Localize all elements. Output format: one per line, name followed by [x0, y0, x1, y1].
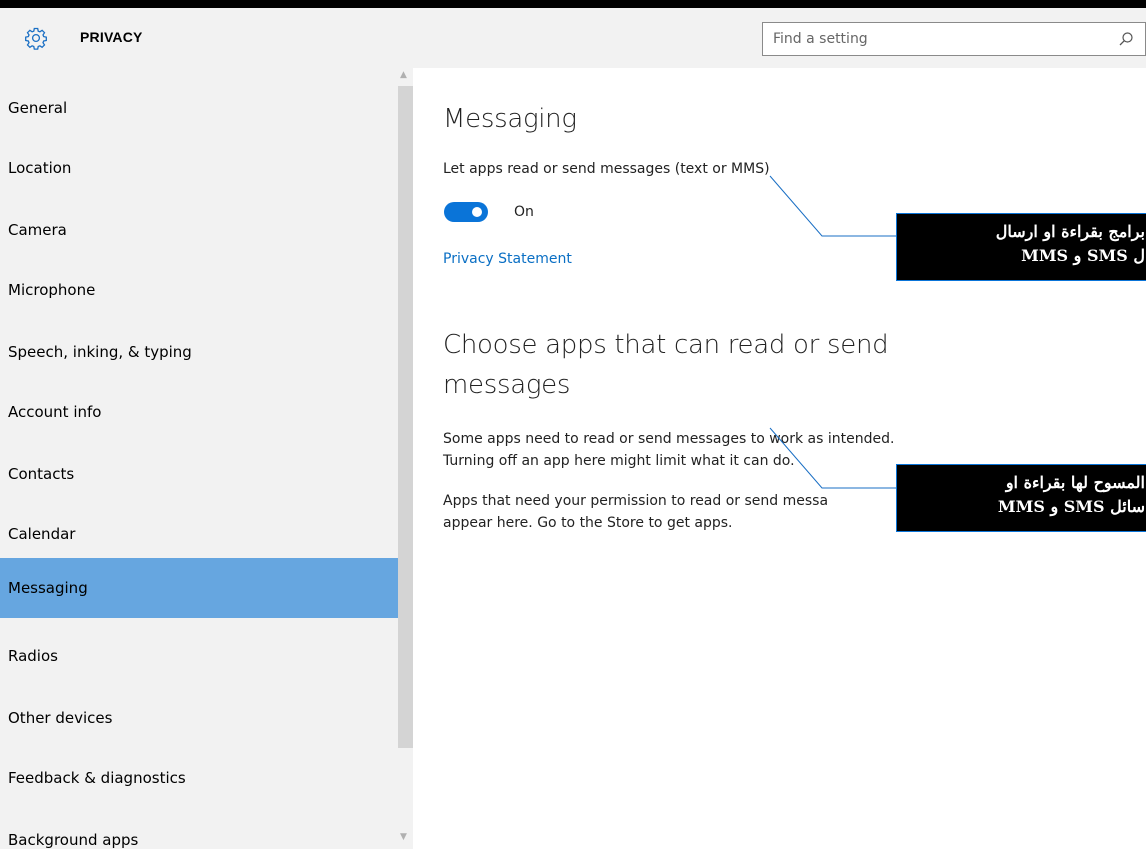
- content-pane: Messaging Let apps read or send messages…: [413, 68, 1146, 849]
- choose-apps-heading-line1: Choose apps that can read or send: [443, 330, 889, 360]
- sidebar-item-radios[interactable]: Radios: [0, 626, 398, 686]
- annotation-callout-1: برامج بقراءة او ارسال ل SMS و MMS: [896, 213, 1146, 281]
- toggle-state-label: On: [514, 204, 534, 220]
- sidebar-scrollbar[interactable]: ▲ ▼: [398, 68, 413, 849]
- annotation-callout-2-line1: المسوح لها بقراءة او: [1005, 473, 1145, 492]
- settings-window: PRIVACY General Location Camera Micropho…: [0, 8, 1146, 849]
- sidebar-item-feedback[interactable]: Feedback & diagnostics: [0, 748, 398, 808]
- sidebar-item-general[interactable]: General: [0, 78, 398, 138]
- sidebar-item-location[interactable]: Location: [0, 138, 398, 198]
- search-input[interactable]: [763, 23, 1113, 55]
- search-icon[interactable]: [1118, 31, 1134, 47]
- annotation-callout-2: المسوح لها بقراءة او سائل SMS و MMS: [896, 464, 1146, 532]
- search-box[interactable]: [762, 22, 1146, 56]
- sidebar-item-camera[interactable]: Camera: [0, 200, 398, 260]
- scroll-up-arrow-icon[interactable]: ▲: [400, 70, 407, 80]
- privacy-statement-link[interactable]: Privacy Statement: [443, 251, 572, 267]
- sidebar-item-calendar[interactable]: Calendar: [0, 504, 398, 564]
- sidebar-item-account-info[interactable]: Account info: [0, 382, 398, 442]
- sidebar-item-microphone[interactable]: Microphone: [0, 260, 398, 320]
- info-line2: appear here. Go to the Store to get apps…: [443, 515, 733, 531]
- description-line2: Turning off an app here might limit what…: [443, 453, 795, 469]
- toggle-caption: Let apps read or send messages (text or …: [443, 161, 770, 177]
- sidebar-item-speech[interactable]: Speech, inking, & typing: [0, 322, 398, 382]
- page-title: PRIVACY: [80, 29, 143, 45]
- sidebar-item-messaging[interactable]: Messaging: [0, 558, 398, 618]
- annotation-callout-1-line2: ل SMS و MMS: [1021, 246, 1145, 265]
- gear-icon: [25, 27, 47, 50]
- scroll-down-arrow-icon[interactable]: ▼: [400, 832, 407, 842]
- sidebar-item-other-devices[interactable]: Other devices: [0, 688, 398, 748]
- sidebar-item-contacts[interactable]: Contacts: [0, 444, 398, 504]
- description-line1: Some apps need to read or send messages …: [443, 431, 895, 447]
- messaging-toggle-switch[interactable]: [444, 202, 488, 222]
- choose-apps-heading-line2: messages: [443, 370, 571, 400]
- sidebar-item-background-apps[interactable]: Background apps: [0, 810, 398, 849]
- header-bar: PRIVACY: [0, 8, 1146, 68]
- section-heading-messaging: Messaging: [443, 104, 577, 134]
- info-line1: Apps that need your permission to read o…: [443, 493, 829, 509]
- sidebar: General Location Camera Microphone Speec…: [0, 68, 413, 849]
- annotation-callout-1-line1: برامج بقراءة او ارسال: [995, 222, 1145, 241]
- scroll-thumb[interactable]: [398, 86, 413, 748]
- toggle-knob: [472, 207, 482, 217]
- annotation-callout-2-line2: سائل SMS و MMS: [997, 497, 1145, 516]
